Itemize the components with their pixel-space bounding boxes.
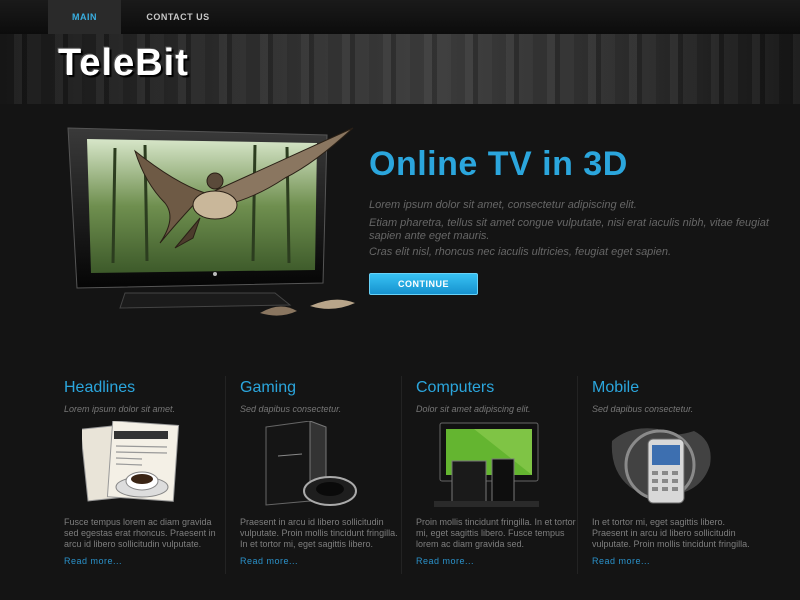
nav-item-main[interactable]: MAIN bbox=[48, 0, 121, 34]
hero-paragraph-1: Lorem ipsum dolor sit amet, consectetur … bbox=[369, 199, 637, 211]
feature-column-gaming: Gaming Sed dapibus consectetur. Praesent… bbox=[240, 376, 400, 576]
column-body: Proin mollis tincidunt fringilla. In et … bbox=[416, 517, 576, 549]
column-title[interactable]: Gaming bbox=[240, 379, 296, 397]
computer-icon bbox=[434, 422, 539, 507]
read-more-link[interactable]: Read more... bbox=[592, 556, 650, 566]
column-divider bbox=[401, 376, 402, 574]
column-subtitle: Sed dapibus consectetur. bbox=[240, 404, 342, 414]
column-body: Praesent in arcu id libero sollicitudin … bbox=[240, 517, 398, 549]
column-subtitle: Sed dapibus consectetur. bbox=[592, 404, 694, 414]
read-more-link[interactable]: Read more... bbox=[416, 556, 474, 566]
hero-paragraph-3: Cras elit nisl, rhoncus nec iaculis ultr… bbox=[369, 246, 672, 258]
column-divider bbox=[577, 376, 578, 574]
game-console-icon bbox=[265, 421, 357, 506]
read-more-link[interactable]: Read more... bbox=[240, 556, 298, 566]
newspaper-icon bbox=[82, 421, 180, 502]
column-subtitle: Lorem ipsum dolor sit amet. bbox=[64, 404, 176, 414]
hero-paragraph-2: Etiam pharetra, tellus sit amet congue v… bbox=[369, 217, 769, 242]
site-logo[interactable]: TeleBit bbox=[58, 42, 189, 85]
feature-column-computers: Computers Dolor sit amet adipiscing elit… bbox=[416, 376, 576, 576]
continue-button[interactable]: CONTINUE bbox=[369, 273, 478, 295]
column-subtitle: Dolor sit amet adipiscing elit. bbox=[416, 404, 531, 414]
column-title[interactable]: Headlines bbox=[64, 379, 135, 397]
hero-title: Online TV in 3D bbox=[369, 145, 628, 183]
tv-hawk-image bbox=[67, 127, 355, 316]
top-nav: MAIN CONTACT US bbox=[0, 0, 800, 35]
column-body: Fusce tempus lorem ac diam gravida sed e… bbox=[64, 517, 216, 549]
column-title[interactable]: Mobile bbox=[592, 379, 639, 397]
nav-item-contact-us[interactable]: CONTACT US bbox=[133, 0, 223, 34]
column-title[interactable]: Computers bbox=[416, 379, 494, 397]
column-divider bbox=[225, 376, 226, 574]
column-body: In et tortor mi, eget sagittis libero. P… bbox=[592, 517, 750, 549]
feature-column-headlines: Headlines Lorem ipsum dolor sit amet. Fu… bbox=[64, 376, 224, 576]
read-more-link[interactable]: Read more... bbox=[64, 556, 122, 566]
mobile-phone-icon bbox=[611, 428, 711, 504]
feature-column-mobile: Mobile Sed dapibus consectetur. In et to… bbox=[592, 376, 752, 576]
